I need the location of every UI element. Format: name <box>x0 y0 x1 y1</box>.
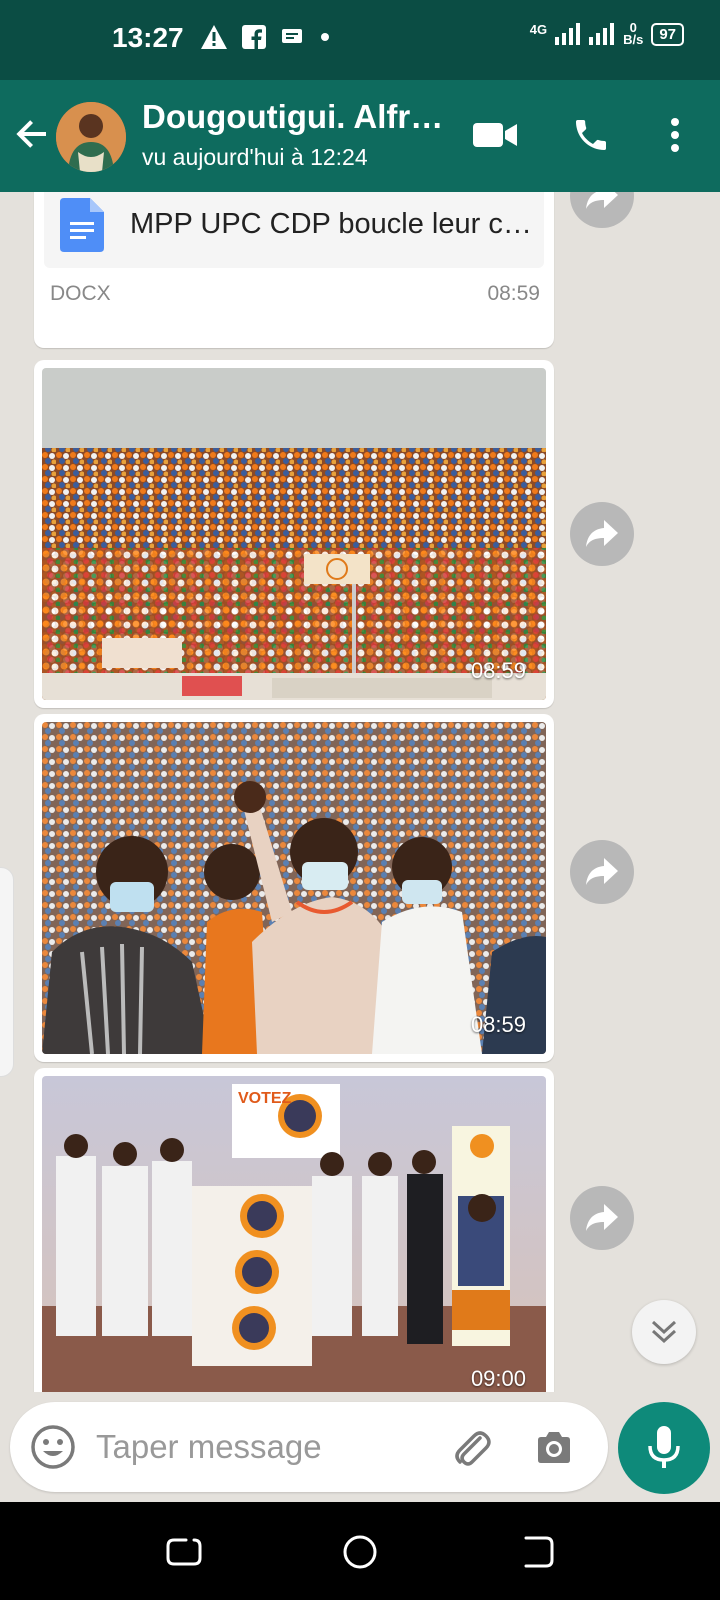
image-message[interactable]: 09:00 VOTEZ <box>34 1068 554 1392</box>
document-attachment[interactable]: MPP UPC CDP boucle leur c… <box>44 192 544 268</box>
image-message[interactable]: 08:59 <box>34 360 554 708</box>
message-time: 08:59 <box>470 658 526 683</box>
recents-icon[interactable] <box>164 1532 204 1572</box>
double-chevron-down-icon <box>651 1320 677 1344</box>
forward-button[interactable] <box>570 502 634 566</box>
document-message[interactable]: MPP UPC CDP boucle leur c… DOCX 08:59 <box>34 192 554 348</box>
forward-button[interactable] <box>570 1186 634 1250</box>
net-speed-unit: B/s <box>623 32 644 47</box>
status-time: 13:27 <box>112 22 184 53</box>
status-notification-icons <box>200 24 332 50</box>
more-options-button[interactable] <box>650 110 700 160</box>
forward-icon <box>586 1204 618 1231</box>
phone-icon <box>576 120 606 150</box>
status-right: 4G 0 B/s 97 <box>529 21 684 47</box>
signal-icon-2 <box>589 23 615 45</box>
message-time: 09:00 <box>470 1366 526 1391</box>
attachment-icon[interactable] <box>450 1426 494 1470</box>
microphone-icon <box>648 1426 680 1468</box>
voice-call-button[interactable] <box>566 110 616 160</box>
dot-icon <box>321 33 329 41</box>
back-arrow-icon[interactable] <box>14 116 50 152</box>
forward-button[interactable] <box>570 840 634 904</box>
forward-icon <box>586 192 618 209</box>
image-message[interactable]: 08:59 <box>34 714 554 1062</box>
home-icon[interactable] <box>340 1532 380 1572</box>
contact-avatar[interactable] <box>56 102 126 172</box>
emoji-icon[interactable] <box>30 1424 76 1470</box>
camera-icon[interactable] <box>532 1426 576 1470</box>
more-vertical-icon <box>671 118 679 152</box>
facebook-icon <box>242 25 266 49</box>
podium-photo[interactable]: 09:00 VOTEZ <box>42 1076 546 1392</box>
back-icon[interactable] <box>516 1532 556 1572</box>
warning-icon <box>201 25 227 49</box>
battery-indicator: 97 <box>651 22 684 46</box>
signal-icon <box>555 23 581 45</box>
document-icon <box>60 198 104 252</box>
forward-icon <box>586 858 618 885</box>
document-type: DOCX <box>50 282 111 305</box>
leader-photo[interactable]: 08:59 <box>42 722 546 1054</box>
status-bar: 13:27 4G 0 B/s 97 <box>0 0 720 80</box>
video-call-button[interactable] <box>470 110 520 160</box>
scroll-to-bottom-button[interactable] <box>632 1300 696 1364</box>
chat-messages[interactable]: MPP UPC CDP boucle leur c… DOCX 08:59 08… <box>0 192 720 1392</box>
system-navigation-bar <box>0 1502 720 1600</box>
message-icon <box>282 29 302 43</box>
edge-panel-handle[interactable] <box>0 867 14 1077</box>
document-name: MPP UPC CDP boucle leur c… <box>130 208 532 240</box>
net-speed: 0 B/s <box>623 21 644 47</box>
contact-name[interactable]: Dougoutigui. Alfr… <box>142 98 443 136</box>
message-time: 08:59 <box>487 282 540 305</box>
forward-button[interactable] <box>570 192 634 228</box>
chat-header: Dougoutigui. Alfr… vu aujourd'hui à 12:2… <box>0 80 720 192</box>
video-camera-icon <box>473 123 517 147</box>
message-time: 08:59 <box>470 1012 526 1037</box>
voice-message-button[interactable] <box>618 1402 710 1494</box>
network-type: 4G <box>529 22 548 37</box>
last-seen: vu aujourd'hui à 12:24 <box>142 144 368 170</box>
poster-text: VOTEZ <box>238 1090 292 1107</box>
message-composer: Taper message <box>10 1402 608 1492</box>
forward-icon <box>586 520 618 547</box>
crowd-photo[interactable]: 08:59 <box>42 368 546 700</box>
message-input[interactable]: Taper message <box>96 1428 322 1466</box>
